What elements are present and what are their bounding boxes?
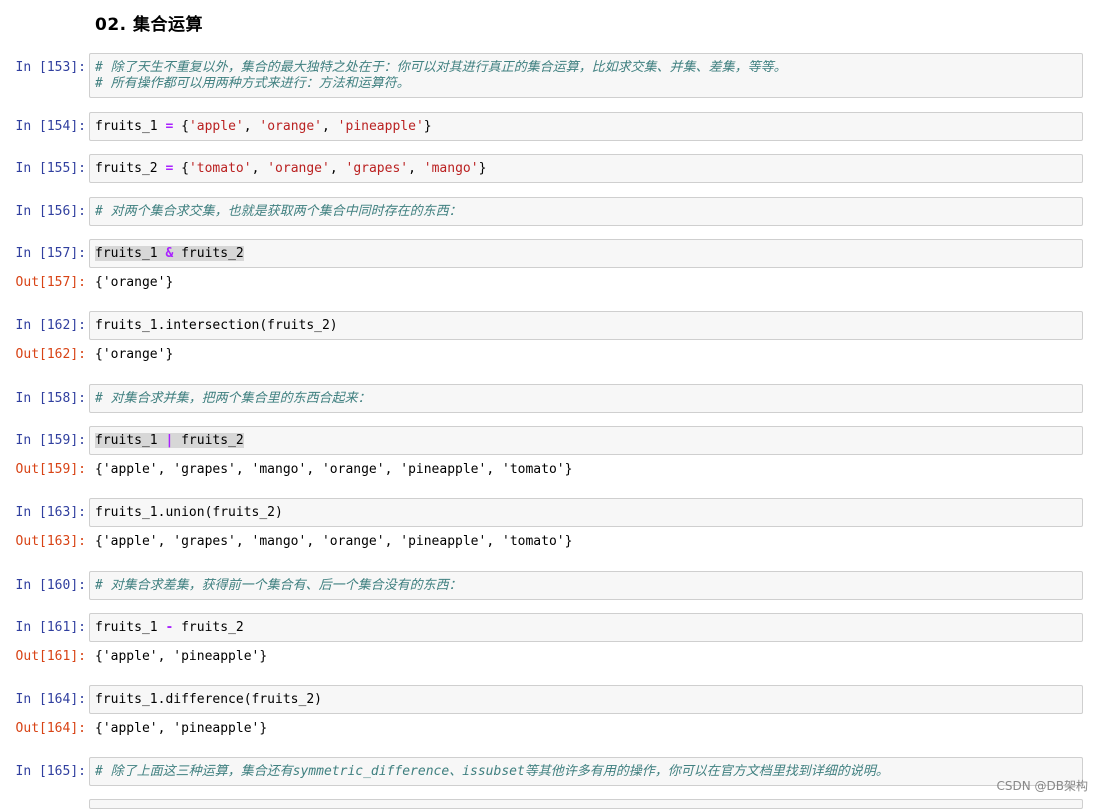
cell-output: {'apple', 'pineapple'} bbox=[95, 721, 268, 736]
cell-output: {'apple', 'grapes', 'mango', 'orange', '… bbox=[95, 534, 573, 549]
code-line: fruits_1.union(fruits_2) bbox=[95, 505, 283, 520]
section-heading: 02. 集合运算 bbox=[95, 15, 204, 35]
code-token: fruits_1.intersection(fruits_2) bbox=[95, 318, 338, 333]
code-input-cell[interactable]: fruits_1.intersection(fruits_2) bbox=[89, 311, 1083, 340]
cell-source: fruits_1.difference(fruits_2) bbox=[95, 692, 322, 708]
markdown-comment-cell[interactable]: # 对集合求并集，把两个集合里的东西合起来： bbox=[89, 384, 1083, 413]
code-token: fruits_1.difference(fruits_2) bbox=[95, 692, 322, 707]
cell-source: fruits_1 - fruits_2 bbox=[95, 620, 244, 636]
code-token: 'tomato' bbox=[188, 161, 252, 176]
input-prompt: In [155]: bbox=[15, 161, 86, 176]
code-token: 'orange' bbox=[259, 119, 323, 134]
code-token: 'grapes' bbox=[345, 161, 409, 176]
cell-output: {'apple', 'grapes', 'mango', 'orange', '… bbox=[95, 462, 573, 477]
comment-line: # 除了天生不重复以外，集合的最大独特之处在于：你可以对其进行真正的集合运算，比… bbox=[95, 60, 787, 75]
code-token: fruits_1.union(fruits_2) bbox=[95, 505, 283, 520]
code-token: , bbox=[322, 119, 338, 134]
markdown-comment-cell[interactable]: # 对集合求差集，获得前一个集合有、后一个集合没有的东西： bbox=[89, 571, 1083, 600]
code-token: 'apple' bbox=[188, 119, 244, 134]
code-token: fruits_2 bbox=[95, 161, 166, 176]
input-prompt: In [157]: bbox=[15, 246, 86, 261]
input-prompt: In [162]: bbox=[15, 318, 86, 333]
cell-source: fruits_1 & fruits_2 bbox=[95, 246, 244, 262]
cell-source: # 除了上面这三种运算，集合还有symmetric_difference、iss… bbox=[95, 764, 889, 780]
cell-source: # 对集合求差集，获得前一个集合有、后一个集合没有的东西： bbox=[95, 578, 462, 594]
code-token: { bbox=[173, 119, 189, 134]
input-prompt: In [154]: bbox=[15, 119, 86, 134]
cell-source: fruits_2 = {'tomato', 'orange', 'grapes'… bbox=[95, 161, 486, 177]
code-token: fruits_2 bbox=[173, 620, 244, 635]
input-prompt: In [163]: bbox=[15, 505, 86, 520]
code-line: fruits_1 & fruits_2 bbox=[95, 246, 244, 261]
code-token: } bbox=[478, 161, 487, 176]
code-input-cell[interactable]: fruits_1.union(fruits_2) bbox=[89, 498, 1083, 527]
cell-source: fruits_1 | fruits_2 bbox=[95, 433, 244, 449]
code-token: fruits_1 bbox=[95, 620, 166, 635]
code-token: , bbox=[408, 161, 424, 176]
code-token: 'orange' bbox=[267, 161, 330, 176]
watermark: CSDN @DB架构 bbox=[996, 779, 1088, 793]
input-prompt: In [158]: bbox=[15, 391, 86, 406]
code-input-cell[interactable]: fruits_1 = {'apple', 'orange', 'pineappl… bbox=[89, 112, 1083, 141]
code-token: fruits_1 bbox=[95, 119, 166, 134]
output-prompt: Out[162]: bbox=[15, 347, 86, 362]
code-token: fruits_2 bbox=[173, 433, 244, 448]
input-prompt: In [164]: bbox=[15, 692, 86, 707]
code-token: 'pineapple' bbox=[337, 119, 424, 134]
code-input-cell[interactable] bbox=[89, 799, 1083, 809]
code-line: fruits_1.difference(fruits_2) bbox=[95, 692, 322, 707]
comment-line: # 对集合求差集，获得前一个集合有、后一个集合没有的东西： bbox=[95, 578, 462, 593]
cell-output: {'orange'} bbox=[95, 275, 174, 290]
comment-line: # 对集合求并集，把两个集合里的东西合起来： bbox=[95, 391, 371, 406]
code-line: fruits_2 = {'tomato', 'orange', 'grapes'… bbox=[95, 161, 486, 176]
cell-source: fruits_1.union(fruits_2) bbox=[95, 505, 283, 521]
cell-source: # 除了天生不重复以外，集合的最大独特之处在于：你可以对其进行真正的集合运算，比… bbox=[95, 60, 787, 92]
input-prompt: In [156]: bbox=[15, 204, 86, 219]
code-token: 'mango' bbox=[423, 161, 479, 176]
code-token: fruits_1 bbox=[95, 433, 166, 448]
code-line: fruits_1 = {'apple', 'orange', 'pineappl… bbox=[95, 119, 432, 134]
output-prompt: Out[161]: bbox=[15, 649, 86, 664]
input-prompt: In [160]: bbox=[15, 578, 86, 593]
cell-source: fruits_1 = {'apple', 'orange', 'pineappl… bbox=[95, 119, 432, 135]
comment-line: # 对两个集合求交集，也就是获取两个集合中同时存在的东西： bbox=[95, 204, 462, 219]
markdown-comment-cell[interactable]: # 对两个集合求交集，也就是获取两个集合中同时存在的东西： bbox=[89, 197, 1083, 226]
comment-line: # 除了上面这三种运算，集合还有symmetric_difference、iss… bbox=[95, 764, 889, 779]
markdown-comment-cell[interactable]: # 除了上面这三种运算，集合还有symmetric_difference、iss… bbox=[89, 757, 1083, 786]
code-input-cell[interactable]: fruits_1 | fruits_2 bbox=[89, 426, 1083, 455]
input-prompt: In [159]: bbox=[15, 433, 86, 448]
output-prompt: Out[159]: bbox=[15, 462, 86, 477]
code-input-cell[interactable]: fruits_1 & fruits_2 bbox=[89, 239, 1083, 268]
output-prompt: Out[163]: bbox=[15, 534, 86, 549]
cell-source: fruits_1.intersection(fruits_2) bbox=[95, 318, 338, 334]
cell-output: {'orange'} bbox=[95, 347, 174, 362]
markdown-comment-cell[interactable]: # 除了天生不重复以外，集合的最大独特之处在于：你可以对其进行真正的集合运算，比… bbox=[89, 53, 1083, 98]
code-token: { bbox=[173, 161, 189, 176]
input-prompt: In [153]: bbox=[15, 60, 86, 75]
input-prompt: In [165]: bbox=[15, 764, 86, 779]
code-line: fruits_1 | fruits_2 bbox=[95, 433, 244, 448]
input-prompt: In [161]: bbox=[15, 620, 86, 635]
code-token: , bbox=[329, 161, 346, 176]
code-token: } bbox=[423, 119, 432, 134]
comment-line: # 所有操作都可以用两种方式来进行：方法和运算符。 bbox=[95, 76, 410, 91]
code-token: fruits_2 bbox=[173, 246, 244, 261]
cell-source: # 对两个集合求交集，也就是获取两个集合中同时存在的东西： bbox=[95, 204, 462, 220]
code-input-cell[interactable]: fruits_1.difference(fruits_2) bbox=[89, 685, 1083, 714]
cell-output: {'apple', 'pineapple'} bbox=[95, 649, 268, 664]
code-input-cell[interactable]: fruits_1 - fruits_2 bbox=[89, 613, 1083, 642]
cell-source: # 对集合求并集，把两个集合里的东西合起来： bbox=[95, 391, 371, 407]
output-prompt: Out[164]: bbox=[15, 721, 86, 736]
code-line: fruits_1.intersection(fruits_2) bbox=[95, 318, 338, 333]
code-token: , bbox=[251, 161, 268, 176]
code-line: fruits_1 - fruits_2 bbox=[95, 620, 244, 635]
code-token: , bbox=[243, 119, 260, 134]
output-prompt: Out[157]: bbox=[15, 275, 86, 290]
code-token: fruits_1 bbox=[95, 246, 166, 261]
code-input-cell[interactable]: fruits_2 = {'tomato', 'orange', 'grapes'… bbox=[89, 154, 1083, 183]
